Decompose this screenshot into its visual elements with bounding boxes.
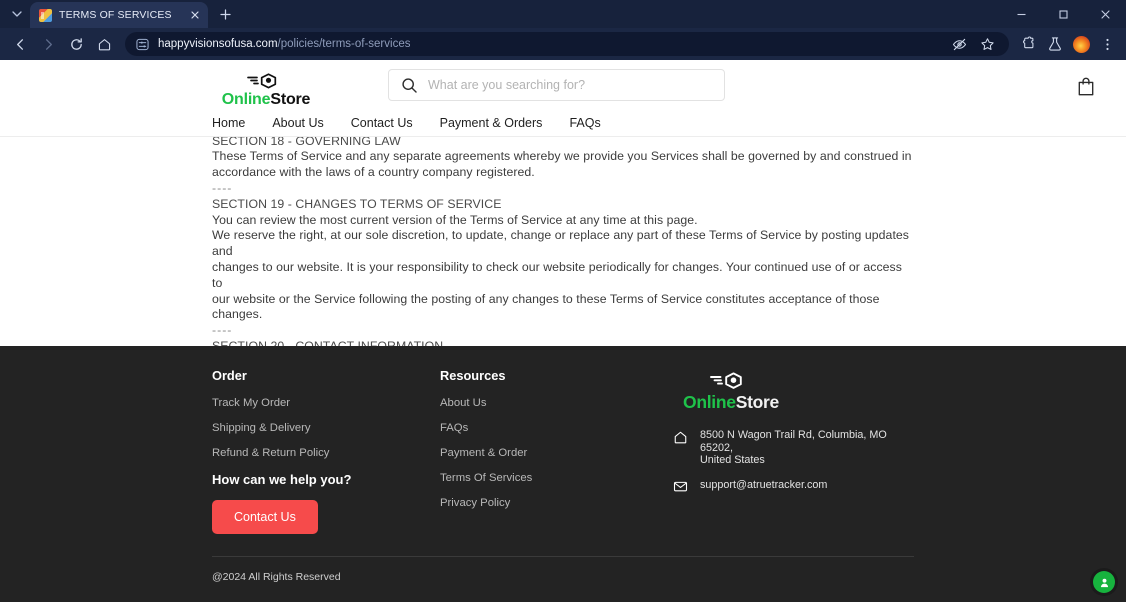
new-tab-button[interactable] [212, 2, 238, 26]
support-chat-widget[interactable] [1093, 571, 1115, 593]
contact-us-button[interactable]: Contact Us [212, 500, 318, 534]
footer-brand-wordmark: OnlineStore [683, 392, 779, 413]
footer-bottom-bar: @2024 All Rights Reserved [212, 556, 914, 602]
browser-menu-icon[interactable] [1095, 32, 1119, 56]
site-logo[interactable]: OnlineStore [212, 69, 320, 109]
omnibox-actions [947, 32, 999, 56]
bookmark-star-icon[interactable] [975, 32, 999, 56]
tos-line: ---- [212, 323, 233, 338]
home-icon [672, 429, 689, 445]
footer-email[interactable]: support@atruetracker.com [672, 478, 914, 494]
footer-link-privacy-policy[interactable]: Privacy Policy [440, 497, 672, 509]
footer-column-resources: Resources About Us FAQs Payment & Order … [440, 368, 672, 534]
footer-brand-store: Store [735, 392, 780, 412]
tos-line: ---- [212, 180, 233, 195]
search-input[interactable] [428, 78, 712, 92]
footer-heading-resources: Resources [440, 368, 506, 383]
eye-off-icon[interactable] [947, 32, 971, 56]
tab-strip: TERMS OF SERVICES [0, 0, 1126, 28]
close-window-icon[interactable] [1084, 0, 1126, 28]
brand-store: Store [270, 91, 311, 108]
lab-flask-icon[interactable] [1043, 32, 1067, 56]
tos-line: changes to our website. It is your respo… [212, 259, 902, 290]
tos-line: SECTION 18 - GOVERNING LAW [212, 136, 401, 148]
site-header: OnlineStore Home [0, 60, 1126, 137]
browser-window: TERMS OF SERVICES happyvisionsofusa.com/… [0, 0, 1126, 602]
copyright-text: @2024 All Rights Reserved [212, 571, 341, 583]
footer-link-about-us[interactable]: About Us [440, 397, 672, 409]
support-chat-icon [1098, 576, 1111, 589]
web-page: OnlineStore Home [0, 60, 1126, 602]
tab-search-icon[interactable] [4, 2, 30, 26]
nav-link-faqs[interactable]: FAQs [569, 116, 600, 130]
footer-address-text: 8500 N Wagon Trail Rd, Columbia, MO 6520… [700, 429, 914, 467]
tos-line: SECTION 20 - CONTACT INFORMATION [212, 338, 444, 346]
address-line-1: 8500 N Wagon Trail Rd, Columbia, MO 6520… [700, 429, 887, 454]
footer-link-refund-return-policy[interactable]: Refund & Return Policy [212, 447, 440, 459]
footer-column-brand: OnlineStore 8500 N Wagon Trail Rd, Colum… [672, 368, 914, 534]
brand-online: Online [221, 91, 271, 108]
back-arrow-icon[interactable] [7, 31, 33, 57]
url-path: /policies/terms-of-services [277, 38, 411, 50]
search-box[interactable] [388, 69, 725, 101]
package-delivery-icon [245, 71, 287, 90]
minimize-icon[interactable] [1000, 0, 1042, 28]
footer-column-order: Order Track My Order Shipping & Delivery… [212, 368, 440, 534]
nav-link-contact-us[interactable]: Contact Us [351, 116, 413, 130]
nav-link-payment-orders[interactable]: Payment & Orders [440, 116, 543, 130]
tos-line: SECTION 19 - CHANGES TO TERMS OF SERVICE [212, 196, 502, 211]
footer-link-shipping-delivery[interactable]: Shipping & Delivery [212, 422, 440, 434]
tos-line: We reserve the right, at our sole discre… [212, 228, 910, 259]
footer-link-payment-order[interactable]: Payment & Order [440, 447, 672, 459]
search-icon [401, 77, 418, 94]
tos-text-block: SECTION 18 - GOVERNING LAW These Terms o… [212, 137, 914, 346]
tos-line: accordance with the laws of a country co… [212, 165, 535, 180]
tos-line: These Terms of Service and any separate … [212, 149, 912, 164]
footer-link-terms-of-services[interactable]: Terms Of Services [440, 472, 672, 484]
extensions-icon[interactable] [1017, 32, 1041, 56]
maximize-icon[interactable] [1042, 0, 1084, 28]
home-icon[interactable] [91, 31, 117, 57]
browser-tab[interactable]: TERMS OF SERVICES [30, 2, 208, 28]
footer-email-text: support@atruetracker.com [700, 479, 828, 492]
url-domain: happyvisionsofusa.com [158, 38, 278, 50]
nav-link-about-us[interactable]: About Us [272, 116, 323, 130]
footer-link-track-my-order[interactable]: Track My Order [212, 397, 440, 409]
nav-link-home[interactable]: Home [212, 116, 245, 130]
tos-line: our website or the Service following the… [212, 291, 880, 306]
tab-title: TERMS OF SERVICES [59, 9, 172, 21]
site-footer: Order Track My Order Shipping & Delivery… [0, 346, 1126, 602]
browser-toolbar: happyvisionsofusa.com/policies/terms-of-… [0, 28, 1126, 60]
address-bar-url: happyvisionsofusa.com/policies/terms-of-… [158, 38, 410, 50]
cart-button[interactable] [1076, 69, 1096, 97]
search-container [388, 69, 725, 101]
close-icon[interactable] [187, 8, 202, 23]
footer-help-heading: How can we help you? [212, 472, 352, 487]
site-settings-icon[interactable] [135, 37, 150, 52]
tos-line: changes. [212, 307, 263, 322]
footer-address: 8500 N Wagon Trail Rd, Columbia, MO 6520… [672, 429, 914, 467]
window-controls [1000, 0, 1126, 28]
terms-of-service-content: SECTION 18 - GOVERNING LAW These Terms o… [0, 137, 1126, 346]
address-line-2: United States [700, 454, 765, 466]
profile-avatar[interactable] [1069, 32, 1093, 56]
envelope-icon [672, 478, 689, 494]
reload-icon[interactable] [63, 31, 89, 57]
tos-line: You can review the most current version … [212, 212, 698, 227]
site-favicon [39, 8, 52, 22]
address-bar[interactable]: happyvisionsofusa.com/policies/terms-of-… [125, 32, 1009, 56]
footer-brand-online: Online [683, 392, 736, 412]
main-navigation: Home About Us Contact Us Payment & Order… [0, 108, 1126, 137]
footer-heading-order: Order [212, 368, 247, 383]
footer-link-faqs[interactable]: FAQs [440, 422, 672, 434]
package-delivery-icon [708, 370, 754, 391]
brand-wordmark: OnlineStore [222, 91, 311, 109]
shopping-bag-icon [1076, 76, 1096, 97]
footer-logo[interactable]: OnlineStore [672, 370, 790, 413]
forward-arrow-icon[interactable] [35, 31, 61, 57]
